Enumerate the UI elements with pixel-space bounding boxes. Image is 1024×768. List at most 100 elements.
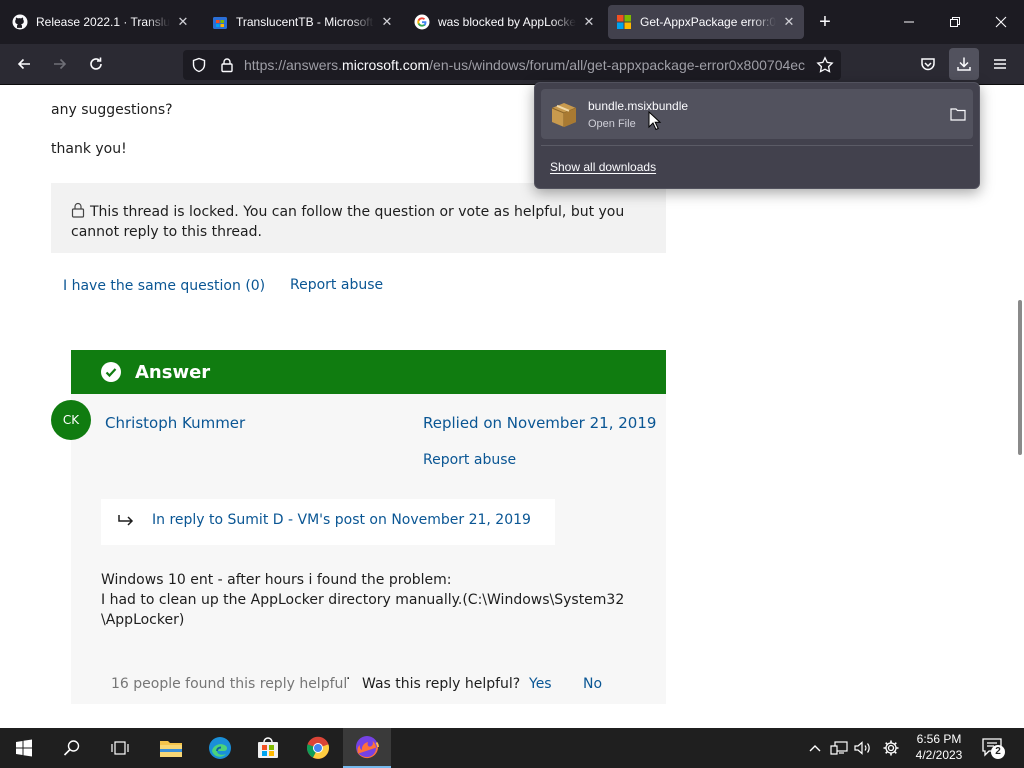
close-window-button[interactable]: [978, 0, 1024, 44]
volume-icon[interactable]: [853, 738, 873, 758]
helpful-no-button[interactable]: No: [583, 676, 602, 692]
url-host: microsoft.com: [342, 57, 430, 73]
action-center-button[interactable]: 2: [981, 736, 1005, 760]
windows-start-icon: [16, 739, 32, 757]
tab-bar: Release 2022.1 · TranslucentTB ✕ Translu…: [0, 0, 1024, 44]
url-text[interactable]: https://answers.microsoft.com/en-us/wind…: [244, 57, 809, 73]
back-arrow-icon: [17, 58, 30, 70]
package-icon: [549, 99, 579, 134]
scrollbar[interactable]: [1018, 300, 1022, 455]
restore-button[interactable]: [932, 0, 978, 44]
helpful-count: 16 people found this reply helpful: [111, 676, 348, 692]
tab-title: TranslucentTB - Microsoft Store: [236, 15, 374, 29]
close-icon[interactable]: ✕: [176, 14, 190, 30]
search-button[interactable]: [48, 728, 96, 768]
google-icon: [414, 14, 430, 30]
download-icon: [957, 57, 971, 71]
answer-banner-label: Answer: [135, 362, 211, 383]
in-reply-to-link[interactable]: In reply to Sumit D - VM's post on Novem…: [152, 512, 531, 528]
microsoft-store-icon: [212, 14, 228, 30]
clock[interactable]: 6:56 PM 4/2/2023: [906, 731, 972, 763]
author-name-link[interactable]: Christoph Kummer: [105, 414, 245, 432]
downloads-panel: bundle.msixbundle Open File Show all dow…: [534, 82, 980, 189]
tracking-protection-shield-icon[interactable]: [191, 57, 207, 78]
close-icon: [995, 16, 1007, 28]
download-status: Open File: [588, 118, 636, 130]
firefox-button[interactable]: [343, 728, 391, 768]
avatar[interactable]: CK: [51, 400, 91, 440]
tab-applocker-search[interactable]: was blocked by AppLocker ✕: [406, 5, 604, 39]
hamburger-menu-icon: [994, 59, 1006, 69]
divider: [541, 145, 973, 146]
reply-arrow-icon: [117, 513, 135, 533]
edge-button[interactable]: [196, 728, 244, 768]
report-abuse-link[interactable]: Report abuse: [423, 452, 516, 468]
lock-icon[interactable]: [219, 57, 235, 78]
mouse-cursor-icon: [648, 111, 662, 131]
minimize-button[interactable]: [886, 0, 932, 44]
reload-icon: [90, 57, 102, 70]
post-text-line: any suggestions?: [51, 102, 173, 118]
bookmark-star-icon[interactable]: [816, 56, 834, 79]
pocket-icon: [921, 58, 935, 71]
url-prefix: https://answers.: [244, 57, 343, 73]
same-question-button[interactable]: I have the same question (0): [63, 278, 265, 294]
file-explorer-button[interactable]: [147, 728, 195, 768]
close-icon[interactable]: ✕: [380, 14, 394, 30]
tab-get-appxpackage[interactable]: Get-AppxPackage error:0x80 ✕: [608, 5, 804, 39]
url-path: /en-us/windows/forum/all/get-appxpackage…: [429, 57, 806, 73]
forward-arrow-icon: [54, 58, 67, 70]
in-reply-to-box: In reply to Sumit D - VM's post on Novem…: [101, 499, 555, 545]
chevron-up-icon[interactable]: [805, 738, 825, 758]
folder-icon[interactable]: [950, 107, 966, 126]
tab-title: Get-AppxPackage error:0x80: [640, 15, 776, 29]
tab-title: was blocked by AppLocker: [438, 15, 576, 29]
helpful-separator: ·: [346, 671, 351, 687]
clock-date: 4/2/2023: [915, 748, 963, 762]
answer-body-line: I had to clean up the AppLocker director…: [101, 592, 625, 608]
edge-icon: [209, 737, 231, 759]
minimize-icon: [904, 21, 914, 23]
replied-date-link[interactable]: Replied on November 21, 2019: [423, 414, 656, 432]
post-text-line: thank you!: [51, 141, 127, 157]
start-button[interactable]: [0, 728, 48, 768]
download-item[interactable]: bundle.msixbundle Open File: [541, 89, 973, 139]
network-icon[interactable]: [829, 738, 849, 758]
tab-microsoft-store[interactable]: TranslucentTB - Microsoft Store ✕: [204, 5, 402, 39]
download-file-name: bundle.msixbundle: [588, 99, 689, 113]
navigation-toolbar: https://answers.microsoft.com/en-us/wind…: [0, 44, 1024, 85]
firefox-icon: [356, 736, 379, 759]
answer-card: [71, 394, 666, 704]
file-explorer-icon: [160, 741, 182, 757]
github-icon: [12, 14, 28, 30]
settings-gear-icon[interactable]: [881, 738, 901, 758]
forward-button[interactable]: [46, 50, 74, 78]
was-helpful-label: Was this reply helpful?: [362, 676, 521, 692]
taskbar: 6:56 PM 4/2/2023 2: [0, 728, 1024, 768]
pocket-button[interactable]: [914, 50, 942, 78]
checkmark-icon: [101, 362, 121, 386]
locked-notice-text: This thread is locked. You can follow th…: [71, 204, 625, 240]
close-icon[interactable]: ✕: [782, 14, 796, 30]
report-abuse-link[interactable]: Report abuse: [290, 277, 383, 293]
search-icon: [63, 740, 80, 756]
chrome-button[interactable]: [294, 728, 342, 768]
close-icon[interactable]: ✕: [582, 14, 596, 30]
tab-release[interactable]: Release 2022.1 · TranslucentTB ✕: [4, 5, 198, 39]
microsoft-logo-icon: [616, 14, 632, 30]
answer-body-line: \AppLocker): [101, 612, 185, 628]
answer-banner: Answer: [71, 350, 666, 394]
helpful-yes-button[interactable]: Yes: [529, 676, 552, 692]
menu-button[interactable]: [986, 50, 1014, 78]
notification-count-badge: 2: [991, 745, 1005, 759]
url-bar[interactable]: https://answers.microsoft.com/en-us/wind…: [183, 50, 841, 80]
show-all-downloads-link[interactable]: Show all downloads: [550, 160, 656, 174]
task-view-button[interactable]: [96, 728, 144, 768]
store-button[interactable]: [244, 728, 292, 768]
reload-button[interactable]: [82, 50, 110, 78]
new-tab-button[interactable]: +: [814, 11, 836, 33]
back-button[interactable]: [10, 50, 38, 78]
answer-body-line: Windows 10 ent - after hours i found the…: [101, 572, 452, 588]
locked-notice: This thread is locked. You can follow th…: [51, 183, 666, 253]
downloads-button[interactable]: [949, 48, 979, 80]
